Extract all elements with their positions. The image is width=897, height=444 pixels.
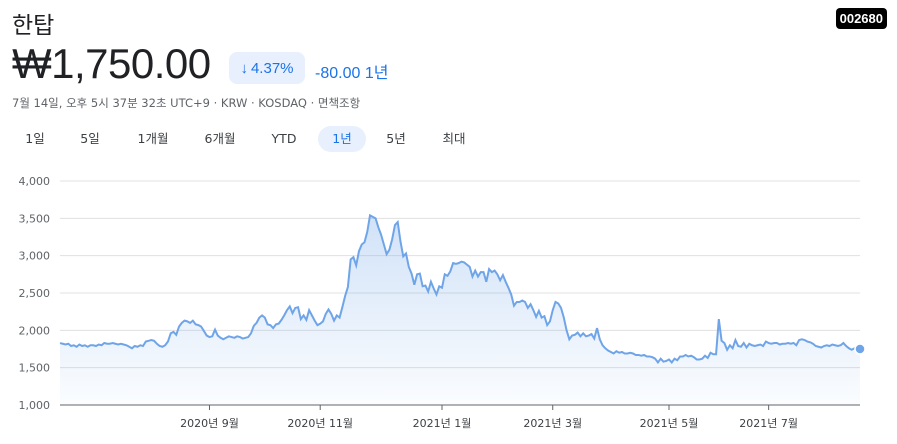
y-tick-label: 2,500 [19,287,51,300]
x-tick-label: 2021년 1월 [413,417,472,430]
y-tick-label: 1,000 [19,399,51,412]
y-tick-label: 3,500 [19,212,51,225]
x-tick-label: 2020년 11월 [287,417,353,430]
y-tick-label: 2,000 [19,324,51,337]
last-price-point [854,343,866,355]
x-tick-label: 2021년 7월 [739,417,798,430]
x-tick-label: 2020년 9월 [180,417,239,430]
price-area-fill [60,215,860,405]
y-tick-label: 3,000 [19,250,51,263]
y-tick-label: 1,500 [19,362,51,375]
x-tick-label: 2021년 5월 [640,417,699,430]
x-tick-label: 2021년 3월 [523,417,582,430]
price-chart[interactable]: 4,000 3,500 3,000 2,500 2,000 1,500 1,000 2020… [0,0,897,444]
y-tick-label: 4,000 [19,175,51,188]
